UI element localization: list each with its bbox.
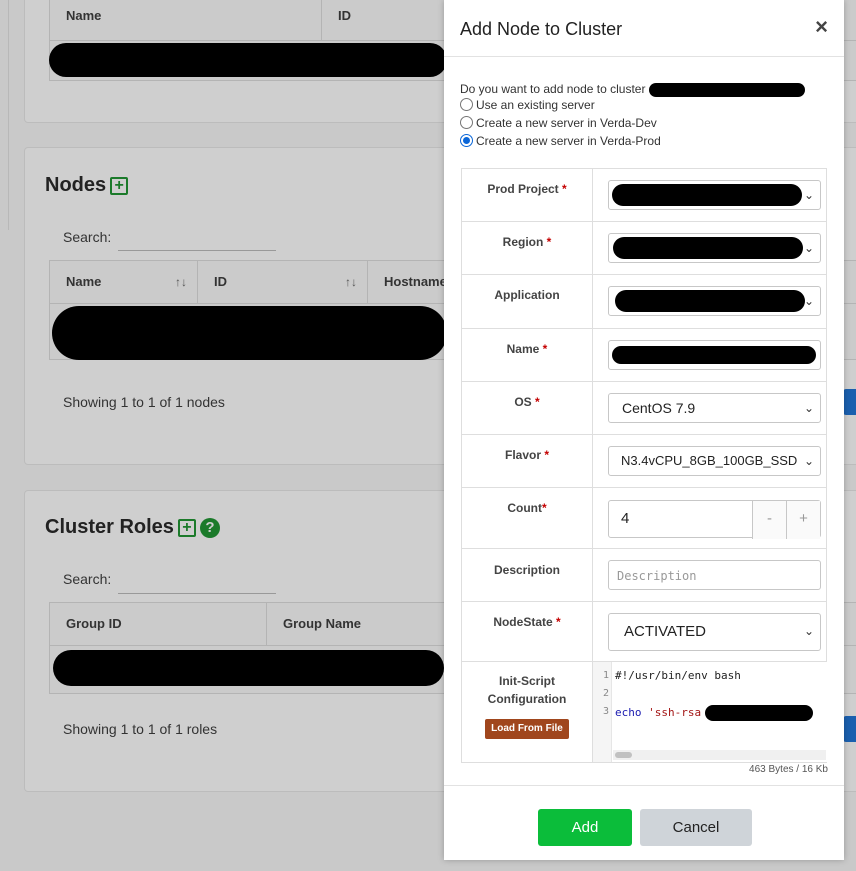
name-input[interactable]	[608, 340, 821, 370]
sort-icon[interactable]: ↑↓	[345, 261, 357, 303]
field-label: Prod Project *	[462, 169, 593, 221]
form-row-init-script: Init-Script Configuration Load From File…	[462, 662, 827, 762]
field-label: Description	[462, 549, 593, 601]
modal-title: Add Node to Cluster	[460, 19, 623, 39]
form-row-flavor: Flavor * N3.4vCPU_8GB_100GB_SSD ⌄	[462, 435, 826, 488]
roles-section-title: Cluster Roles +?	[45, 516, 220, 539]
count-value: 4	[621, 510, 630, 527]
chevron-down-icon: ⌄	[800, 447, 814, 475]
flavor-select[interactable]: N3.4vCPU_8GB_100GB_SSD ⌄	[608, 446, 821, 476]
field-label: Flavor *	[462, 435, 593, 487]
cancel-button[interactable]: Cancel	[640, 809, 752, 846]
nodes-search-label: Search:	[63, 229, 112, 245]
cluster-question: Do you want to add node to cluster	[460, 82, 806, 97]
field-label: Application	[462, 275, 593, 328]
code-line-3: echo 'ssh-rsa	[615, 705, 814, 721]
scrollbar-thumb[interactable]	[615, 752, 632, 758]
radio-button-checked[interactable]	[460, 134, 473, 147]
table-header-id[interactable]: ID ↑↓	[198, 261, 368, 303]
count-stepper[interactable]: 4 - +	[608, 500, 821, 539]
nodes-section-title: Nodes +	[45, 174, 129, 197]
nodestate-select[interactable]: ACTIVATED ⌄	[608, 613, 821, 651]
question-text: Do you want to add node to cluster	[460, 82, 646, 96]
table-header-group-id[interactable]: Group ID	[50, 603, 267, 645]
chevron-down-icon: ⌄	[803, 401, 814, 415]
horizontal-scrollbar[interactable]	[613, 750, 826, 760]
partial-button[interactable]	[843, 716, 856, 742]
decrement-button[interactable]: -	[752, 501, 786, 539]
add-node-icon[interactable]: +	[110, 176, 129, 195]
form-row-count: Count* 4 - +	[462, 488, 826, 549]
nodes-search-input[interactable]	[118, 250, 276, 251]
add-node-modal: Add Node to Cluster × Do you want to add…	[444, 0, 844, 860]
sort-icon[interactable]: ↑↓	[175, 261, 187, 303]
redacted-row	[53, 650, 444, 686]
form-row-prod-project: Prod Project * ⌄	[462, 169, 826, 222]
form-row-description: Description Description	[462, 549, 826, 602]
form-row-name: Name *	[462, 329, 826, 382]
description-input[interactable]: Description	[608, 560, 821, 590]
table-header-group-name[interactable]: Group Name	[267, 603, 467, 645]
field-label: OS *	[462, 382, 593, 434]
modal-footer: Add Cancel	[444, 785, 844, 860]
table-header-name[interactable]: Name	[50, 0, 322, 40]
table-header-name[interactable]: Name ↑↓	[50, 261, 198, 303]
field-label: Init-Script Configuration	[462, 662, 593, 762]
script-size-note: 463 Bytes / 16 Kb	[749, 764, 828, 775]
form-row-os: OS * CentOS 7.9 ⌄	[462, 382, 826, 435]
form-row-application: Application ⌄	[462, 275, 826, 329]
code-line-1: #!/usr/bin/env bash	[615, 669, 741, 682]
partial-button[interactable]	[843, 389, 856, 415]
line-gutter: 1 2 3	[593, 662, 612, 762]
load-from-file-button[interactable]: Load From File	[485, 719, 569, 739]
form-row-nodestate: NodeState * ACTIVATED ⌄	[462, 602, 826, 662]
divider	[8, 0, 9, 230]
help-icon[interactable]: ?	[199, 517, 220, 538]
radio-button[interactable]	[460, 98, 473, 111]
redacted-row	[52, 306, 447, 360]
description-placeholder: Description	[617, 569, 697, 583]
node-form: Prod Project * ⌄ Region * ⌄ Application …	[461, 168, 827, 763]
field-label: Region *	[462, 222, 593, 274]
roles-search-input[interactable]	[118, 593, 276, 594]
region-select[interactable]: ⌄	[608, 233, 821, 263]
redacted-value	[615, 290, 805, 312]
radio-existing-server[interactable]: Use an existing server	[460, 98, 595, 112]
os-select[interactable]: CentOS 7.9 ⌄	[608, 393, 821, 423]
redacted-value	[613, 237, 803, 259]
field-label: Name *	[462, 329, 593, 381]
radio-new-server-prod[interactable]: Create a new server in Verda-Prod	[460, 134, 661, 148]
nodes-showing-text: Showing 1 to 1 of 1 nodes	[63, 394, 225, 410]
redacted-row	[49, 43, 447, 77]
nodes-title: Nodes	[45, 174, 107, 196]
prod-project-select[interactable]: ⌄	[608, 180, 821, 210]
chevron-down-icon: ⌄	[803, 188, 814, 202]
increment-button[interactable]: +	[786, 501, 820, 539]
add-role-icon[interactable]: +	[177, 518, 196, 537]
form-row-region: Region * ⌄	[462, 222, 826, 275]
roles-search-label: Search:	[63, 571, 112, 587]
field-label: Count*	[462, 488, 593, 548]
redacted-key	[705, 705, 814, 721]
roles-showing-text: Showing 1 to 1 of 1 roles	[63, 721, 218, 737]
roles-title: Cluster Roles	[45, 516, 174, 538]
redacted-value	[612, 346, 816, 364]
redacted-value	[612, 184, 802, 206]
radio-button[interactable]	[460, 116, 473, 129]
modal-header: Add Node to Cluster ×	[444, 0, 844, 57]
close-icon[interactable]: ×	[815, 16, 828, 38]
application-select[interactable]: ⌄	[608, 286, 821, 316]
chevron-down-icon: ⌄	[803, 294, 814, 308]
radio-new-server-dev[interactable]: Create a new server in Verda-Dev	[460, 116, 657, 130]
redacted-cluster-name	[649, 82, 806, 97]
init-script-editor[interactable]: 1 2 3 #!/usr/bin/env bash echo 'ssh-rsa	[593, 662, 827, 762]
add-button[interactable]: Add	[538, 809, 632, 846]
chevron-down-icon: ⌄	[803, 624, 814, 638]
chevron-down-icon: ⌄	[803, 241, 814, 255]
field-label: NodeState *	[462, 602, 593, 661]
